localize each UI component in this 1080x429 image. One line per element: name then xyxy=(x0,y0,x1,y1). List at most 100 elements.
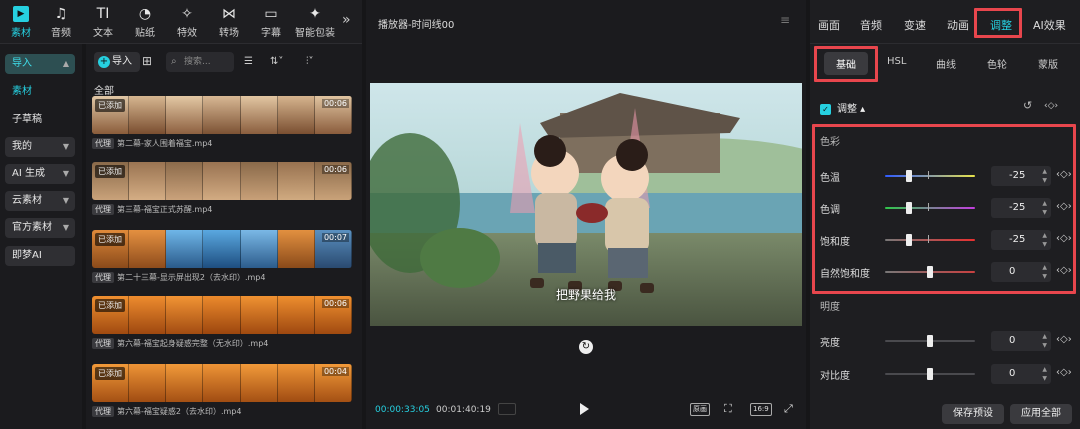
keyframe-icon[interactable]: ‹◇› xyxy=(1056,265,1072,276)
subtitle-icon: ▭ xyxy=(264,6,278,22)
tab-animation[interactable]: 动画 xyxy=(947,17,969,33)
tint-slider[interactable] xyxy=(885,207,975,209)
saturation-value[interactable]: -25 ▲ ▼ xyxy=(991,230,1051,250)
sidebar-item-jimeng-ai[interactable]: 即梦AI xyxy=(5,246,75,266)
slider-knob[interactable] xyxy=(927,266,933,278)
stepper-icon[interactable]: ▲ ▼ xyxy=(1042,332,1047,350)
keyframe-icon[interactable]: ‹◇› xyxy=(1056,334,1072,345)
reset-icon[interactable]: ↺ xyxy=(1023,99,1032,112)
proxy-tag: 代理 xyxy=(92,338,114,349)
fullscreen-icon[interactable]: ⤢ xyxy=(782,403,795,416)
slider-knob[interactable] xyxy=(906,234,912,246)
save-preset-button[interactable]: 保存预设 xyxy=(942,404,1004,424)
tool-effects[interactable]: ✧ 特效 xyxy=(166,6,208,39)
group-light-label: 明度 xyxy=(820,302,840,313)
stepper-icon[interactable]: ▲ ▼ xyxy=(1042,263,1047,281)
keyframe-icon[interactable]: ‹◇› xyxy=(1056,233,1072,244)
sidebar-item-cloud[interactable]: 云素材 ▼ xyxy=(5,191,75,211)
subtab-hsl[interactable]: HSL xyxy=(887,56,906,67)
original-quality-button[interactable]: 原画 xyxy=(690,403,710,416)
temperature-value[interactable]: -25 ▲ ▼ xyxy=(991,166,1051,186)
saturation-slider[interactable] xyxy=(885,239,975,241)
video-preview[interactable]: 把野果给我 xyxy=(370,83,802,326)
sidebar-item-mine[interactable]: 我的 ▼ xyxy=(5,137,75,157)
group-color-label: 色彩 xyxy=(820,137,840,148)
temperature-slider[interactable] xyxy=(885,175,975,177)
slider-knob[interactable] xyxy=(906,170,912,182)
subtab-curves[interactable]: 曲线 xyxy=(936,56,956,71)
tab-picture[interactable]: 画面 xyxy=(818,17,840,33)
focus-icon[interactable]: ⛶ xyxy=(722,403,734,416)
sidebar-item-import[interactable]: 导入 ▲ xyxy=(5,54,75,74)
search-input[interactable]: ⌕ 搜索... xyxy=(166,52,234,72)
clip-thumbnail[interactable]: 已添加 00:06 xyxy=(92,96,352,134)
keyframe-icon[interactable]: ‹◇› xyxy=(1056,169,1072,180)
tool-smart-pack[interactable]: ✦ 智能包装 xyxy=(292,6,338,39)
tool-media[interactable]: ▶ 素材 xyxy=(0,6,42,39)
sidebar-item-ai-generate[interactable]: AI 生成 ▼ xyxy=(5,164,75,184)
layout-icon[interactable]: ☰ xyxy=(244,56,253,67)
media-clip[interactable]: 已添加 00:04 代理 第六幕-福宝疑惑2（去水印）.mp4 xyxy=(92,364,352,417)
sidebar-item-official[interactable]: 官方素材 ▼ xyxy=(5,218,75,238)
proxy-tag: 代理 xyxy=(92,272,114,283)
sidebar-item-subdraft[interactable]: 子草稿 xyxy=(5,110,75,130)
stepper-icon[interactable]: ▲ ▼ xyxy=(1042,199,1047,217)
media-clip[interactable]: 已添加 00:06 代理 第六幕-福宝起身疑惑完整（无水印）.mp4 xyxy=(92,296,352,349)
tab-ai-effects[interactable]: AI效果 xyxy=(1033,17,1066,33)
rotate-icon[interactable]: ↻ xyxy=(579,340,593,354)
tool-sticker[interactable]: ◔ 贴纸 xyxy=(124,6,166,39)
stepper-icon[interactable]: ▲ ▼ xyxy=(1042,365,1047,383)
asset-toolbar: ▶ 素材 ♫ 音频 TI 文本 ◔ 贴纸 ✧ 特效 ⋈ 转场 ▭ 字幕 ✦ 智能包装 » xyxy=(0,0,362,44)
highlight-box xyxy=(974,8,1022,38)
slider-row-brightness: 亮度 0 ▲ ▼ ‹◇› xyxy=(820,331,1072,351)
transition-icon: ⋈ xyxy=(222,6,236,22)
clip-thumbnail[interactable]: 已添加 00:07 xyxy=(92,230,352,268)
import-button[interactable]: + 导入 xyxy=(94,52,140,72)
contrast-value[interactable]: 0 ▲ ▼ xyxy=(991,364,1051,384)
slider-knob[interactable] xyxy=(927,335,933,347)
filter-icon[interactable]: ⫶˅ xyxy=(306,56,314,67)
tool-text[interactable]: TI 文本 xyxy=(82,6,124,39)
tab-speed[interactable]: 变速 xyxy=(904,17,926,33)
media-clip[interactable]: 已添加 00:07 代理 第二十三幕-显示屏出现2（去水印）.mp4 xyxy=(92,230,352,283)
slider-row-vibrance: 自然饱和度 0 ▲ ▼ ‹◇› xyxy=(820,262,1072,282)
menu-icon[interactable]: ≡ xyxy=(780,13,790,27)
more-tools-icon[interactable]: » xyxy=(342,12,351,28)
search-icon: ⌕ xyxy=(171,56,177,67)
grid-view-icon[interactable]: ⊞ xyxy=(142,54,152,68)
keyframe-icon[interactable]: ‹◇› xyxy=(1044,101,1058,111)
media-clip[interactable]: 已添加 00:06 代理 第二幕-家人围着福宝.mp4 xyxy=(92,96,352,149)
clip-thumbnail[interactable]: 已添加 00:06 xyxy=(92,296,352,334)
tab-audio[interactable]: 音频 xyxy=(860,17,882,33)
subtab-color-wheel[interactable]: 色轮 xyxy=(987,56,1007,71)
checkbox-checked-icon[interactable]: ✓ xyxy=(820,103,831,115)
keyframe-icon[interactable]: ‹◇› xyxy=(1056,367,1072,378)
audio-icon: ♫ xyxy=(54,6,68,22)
clip-thumbnail[interactable]: 已添加 00:06 xyxy=(92,162,352,200)
media-clip[interactable]: 已添加 00:06 代理 第三幕-福宝正式苏醒.mp4 xyxy=(92,162,352,215)
tool-transition[interactable]: ⋈ 转场 xyxy=(208,6,250,39)
vibrance-value[interactable]: 0 ▲ ▼ xyxy=(991,262,1051,282)
text-icon: TI xyxy=(96,6,110,22)
keyframe-icon[interactable]: ‹◇› xyxy=(1056,201,1072,212)
clip-thumbnail[interactable]: 已添加 00:04 xyxy=(92,364,352,402)
sort-icon[interactable]: ⇅˅ xyxy=(270,56,283,67)
adjust-section-header[interactable]: ✓ 调整 ▴ xyxy=(820,100,865,115)
subtab-mask[interactable]: 蒙版 xyxy=(1038,56,1058,71)
aspect-ratio-button[interactable]: 16:9 xyxy=(750,403,772,416)
app-window: ▶ 素材 ♫ 音频 TI 文本 ◔ 贴纸 ✧ 特效 ⋈ 转场 ▭ 字幕 ✦ 智能包装 » 导入 ▲… xyxy=(0,0,1080,429)
brightness-value[interactable]: 0 ▲ ▼ xyxy=(991,331,1051,351)
tool-subtitle[interactable]: ▭ 字幕 xyxy=(250,6,292,39)
tool-audio[interactable]: ♫ 音频 xyxy=(40,6,82,39)
sidebar-item-material[interactable]: 素材 xyxy=(5,82,75,102)
stepper-icon[interactable]: ▲ ▼ xyxy=(1042,167,1047,185)
proxy-tag: 代理 xyxy=(92,406,114,417)
apply-all-button[interactable]: 应用全部 xyxy=(1010,404,1072,424)
play-icon[interactable] xyxy=(580,403,589,415)
slider-knob[interactable] xyxy=(927,368,933,380)
slider-knob[interactable] xyxy=(906,202,912,214)
slider-row-contrast: 对比度 0 ▲ ▼ ‹◇› xyxy=(820,364,1072,384)
timeline-icon[interactable] xyxy=(498,403,516,415)
stepper-icon[interactable]: ▲ ▼ xyxy=(1042,231,1047,249)
tint-value[interactable]: -25 ▲ ▼ xyxy=(991,198,1051,218)
